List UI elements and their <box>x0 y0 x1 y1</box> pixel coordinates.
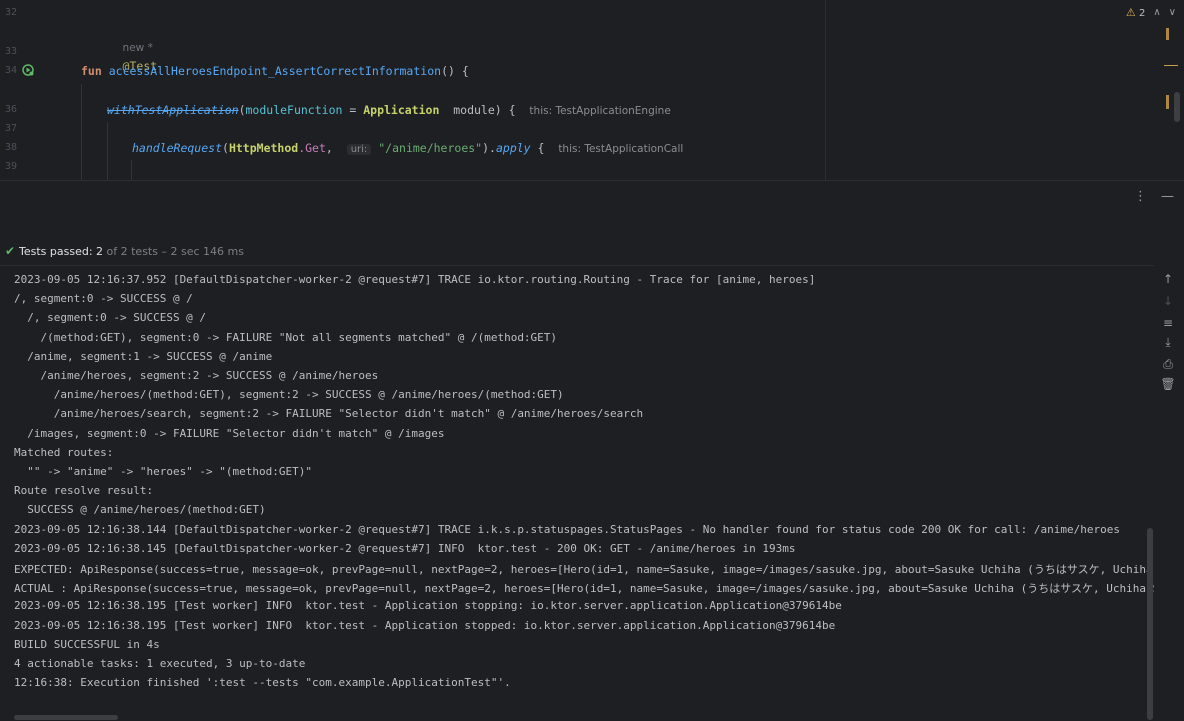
string-literal: "/anime/heroes" <box>378 141 483 155</box>
console-line: /, segment:0 -> SUCCESS @ / <box>14 311 207 325</box>
keyword: fun <box>81 64 102 78</box>
code-area[interactable]: new * @Test fun accessAllHeroesEndpoint_… <box>0 0 825 180</box>
console-vertical-scrollbar[interactable] <box>1147 528 1153 720</box>
indent-guide <box>107 122 108 180</box>
more-options-icon[interactable]: ⋮ <box>1134 189 1147 204</box>
console-line: Route resolve result: <box>14 484 154 498</box>
arrow-down-icon[interactable]: ↓ <box>1158 294 1178 308</box>
code-line: withTestApplication(moduleFunction = App… <box>107 103 671 117</box>
warning-marker[interactable] <box>1166 28 1169 40</box>
warning-count: 2 <box>1138 8 1146 19</box>
console-line: 2023-09-05 12:16:38.144 [DefaultDispatch… <box>14 522 1120 536</box>
console-line: /(method:GET), segment:0 -> FAILURE "Not… <box>14 330 558 344</box>
module-ref: module) { <box>439 103 516 117</box>
console-side-toolbar: ↑ ↓ ≡ ⤓ ⎙ 🗑 <box>1158 272 1178 412</box>
console-line: 2023-09-05 12:16:38.195 [Test worker] IN… <box>14 618 836 632</box>
indent-guide <box>131 160 132 180</box>
tests-passed-label: Tests passed: 2 of 2 tests – 2 sec 146 m… <box>19 245 244 258</box>
punct: = <box>342 103 364 117</box>
run-toolbar <box>0 212 1184 240</box>
arrow-up-icon[interactable]: ↑ <box>1158 272 1178 286</box>
function-call: apply <box>495 141 531 155</box>
warning-marker[interactable] <box>1164 65 1178 66</box>
console-line: 12:16:38: Execution finished ':test --te… <box>14 676 511 690</box>
named-param: moduleFunction <box>245 103 343 117</box>
code-line: handleRequest(HttpMethod.Get, uri: "/ani… <box>132 141 683 155</box>
punct: , <box>325 141 340 155</box>
console-line: "" -> "anime" -> "heroes" -> "(method:GE… <box>14 465 313 478</box>
function-name: accessAllHeroesEndpoint_AssertCorrectInf… <box>108 64 442 78</box>
chevron-down-icon[interactable]: ∨ <box>1169 7 1176 18</box>
run-tool-window-header: ⋮ — <box>0 180 1184 213</box>
editor-split-divider[interactable] <box>825 0 826 180</box>
inlay-hint: this: TestApplicationCall <box>558 143 684 155</box>
class-ref: HttpMethod <box>228 141 299 155</box>
chevron-up-icon[interactable]: ∧ <box>1153 7 1160 18</box>
code-editor[interactable]: 32 33 34 36 37 38 39 new * @Test fun acc… <box>0 0 1184 180</box>
warning-marker[interactable] <box>1166 95 1169 109</box>
punct: () { <box>441 64 469 78</box>
warning-icon: ⚠ <box>1125 6 1136 19</box>
tests-summary: of 2 tests – 2 sec 146 ms <box>103 245 244 258</box>
console-line: Matched routes: <box>14 445 114 459</box>
scroll-to-end-icon[interactable]: ⤓ <box>1158 335 1178 350</box>
console-line: /anime/heroes/(method:GET), segment:2 ->… <box>14 388 564 402</box>
class-ref: Application <box>363 103 440 117</box>
deprecated-function: withTestApplication <box>107 103 239 117</box>
checkmark-icon: ✔ <box>5 244 16 258</box>
console-line: BUILD SUCCESSFUL in 4s <box>14 637 160 651</box>
inspection-widget[interactable]: ⚠ 2 ∧ ∨ <box>1126 6 1176 19</box>
param-hint: uri: <box>346 144 372 155</box>
trash-icon[interactable]: 🗑 <box>1158 377 1178 391</box>
console-line: ACTUAL : ApiResponse(success=true, messa… <box>14 582 1154 596</box>
code-line: fun accessAllHeroesEndpoint_AssertCorrec… <box>81 64 469 78</box>
console-line: /, segment:0 -> SUCCESS @ / <box>14 292 193 306</box>
soft-wrap-icon[interactable]: ≡ <box>1158 316 1178 330</box>
property: .Get <box>298 141 326 155</box>
console-line: /anime/heroes/search, segment:2 -> FAILU… <box>14 407 644 421</box>
console-line: 2023-09-05 12:16:38.145 [DefaultDispatch… <box>14 541 796 555</box>
console-horizontal-scrollbar[interactable] <box>14 715 118 720</box>
indent-guide <box>81 84 82 180</box>
tool-window-actions: ⋮ — <box>1134 189 1174 204</box>
console-line: 4 actionable tasks: 1 executed, 3 up-to-… <box>14 657 306 670</box>
console-line: /anime/heroes, segment:2 -> SUCCESS @ /a… <box>14 369 379 382</box>
test-status-bar: ✔ Tests passed: 2 of 2 tests – 2 sec 146… <box>0 241 1184 263</box>
warnings-indicator[interactable]: ⚠ 2 <box>1126 6 1145 19</box>
console-line: /images, segment:0 -> FAILURE "Selector … <box>14 426 445 440</box>
inlay-hint: this: TestApplicationEngine <box>529 105 671 117</box>
console-line: 2023-09-05 12:16:37.952 [DefaultDispatch… <box>14 273 816 286</box>
punct: { <box>530 141 545 155</box>
editor-marker-stripe[interactable] <box>1164 28 1178 178</box>
console-line: 2023-09-05 12:16:38.195 [Test worker] IN… <box>14 599 842 613</box>
console-line: EXPECTED: ApiResponse(success=true, mess… <box>14 563 1154 576</box>
editor-scrollbar[interactable] <box>1174 92 1180 122</box>
print-icon[interactable]: ⎙ <box>1158 357 1178 372</box>
console-line: /anime, segment:1 -> SUCCESS @ /anime <box>14 349 273 363</box>
function-call: handleRequest <box>132 141 223 155</box>
console-output[interactable]: 2023-09-05 12:16:37.952 [DefaultDispatch… <box>0 265 1154 721</box>
passed-count: Tests passed: 2 <box>19 245 104 258</box>
punct: ). <box>482 141 496 155</box>
minimize-icon[interactable]: — <box>1161 189 1174 204</box>
punct: ( <box>238 103 246 117</box>
console-line: SUCCESS @ /anime/heroes/(method:GET) <box>14 503 266 517</box>
punct: ( <box>222 141 229 155</box>
